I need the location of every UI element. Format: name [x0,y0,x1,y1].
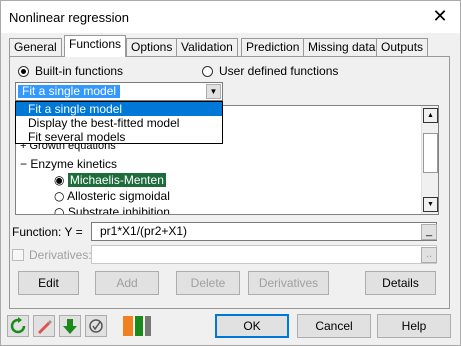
function-field[interactable]: pr1*X1/(pr2+X1) [91,222,437,241]
tree-item-enzyme[interactable]: − Enzyme kinetics [20,157,117,171]
close-icon[interactable]: ✕ [428,5,452,29]
edit-button[interactable]: Edit [18,271,79,295]
radio-user-label: User defined functions [219,64,339,78]
radio-user-defined[interactable]: User defined functions [202,64,338,78]
tree-scrollbar[interactable]: ▲ ▼ [421,106,438,214]
radio-on-icon: ◉ [54,173,65,187]
derivatives-expand-button[interactable]: .. [421,247,437,263]
model-combo[interactable]: Fit a single model ▼ [15,82,223,101]
radio-dot-icon [18,65,29,77]
radio-off-icon: ○ [54,205,65,215]
function-expand-button[interactable]: _ [421,224,437,240]
tab-general[interactable]: General [9,38,62,56]
radio-dot-icon [202,65,213,77]
tab-functions[interactable]: Functions [64,35,127,57]
scroll-thumb[interactable] [423,133,438,173]
radio-off-icon: ○ [54,189,65,203]
tree-label-substrate: Substrate inhibition [67,205,170,215]
scroll-down-icon[interactable]: ▼ [423,197,438,212]
tab-options[interactable]: Options [126,38,178,56]
tree-label-allosteric: Allosteric sigmoidal [67,189,170,203]
radio-builtin-label: Built-in functions [35,64,124,78]
help-button[interactable]: Help [377,314,451,338]
tree-item-substrate[interactable]: ○ Substrate inhibition [54,205,170,215]
tab-validation[interactable]: Validation [176,38,238,56]
tree-label-michaelis: Michaelis-Menten [67,173,166,187]
model-dropdown-list: Fit a single model Display the best-fitt… [15,101,223,144]
radio-builtin[interactable]: Built-in functions [18,64,123,78]
tree-label-enzyme: Enzyme kinetics [30,157,118,171]
derivatives-button[interactable]: Derivatives [248,271,329,295]
dropdown-option[interactable]: Fit several models [16,130,222,144]
expand-minus-icon: − [20,157,28,171]
details-button[interactable]: Details [365,271,436,295]
pencil-icon[interactable] [33,315,55,337]
ok-button[interactable]: OK [215,314,289,338]
title-bar: Nonlinear regression ✕ [1,1,460,33]
function-label: Function: Y = [12,225,83,239]
dropdown-option[interactable]: Display the best-fitted model [16,116,222,130]
combo-value: Fit a single model [18,85,121,98]
chevron-down-icon[interactable]: ▼ [206,84,221,99]
check-icon[interactable] [85,315,107,337]
scroll-up-icon[interactable]: ▲ [423,108,438,123]
derivatives-checkbox[interactable] [12,249,24,261]
layout-icon[interactable] [121,314,153,338]
down-arrow-icon[interactable] [59,315,81,337]
add-button[interactable]: Add [95,271,159,295]
dropdown-option[interactable]: Fit a single model [16,102,222,116]
tab-prediction[interactable]: Prediction [241,38,305,56]
tree-item-michaelis[interactable]: ◉ Michaelis-Menten [54,173,166,187]
reset-icon[interactable] [7,315,29,337]
cancel-button[interactable]: Cancel [297,314,371,338]
dialog-window: Nonlinear regression ✕ General Functions… [0,0,461,346]
window-title: Nonlinear regression [9,10,129,25]
tab-outputs[interactable]: Outputs [376,38,429,56]
tree-item-allosteric[interactable]: ○ Allosteric sigmoidal [54,189,170,203]
tab-missing-data[interactable]: Missing data [303,38,381,56]
derivatives-label: Derivatives: [29,248,92,262]
derivatives-field[interactable] [91,245,437,264]
delete-button[interactable]: Delete [176,271,240,295]
